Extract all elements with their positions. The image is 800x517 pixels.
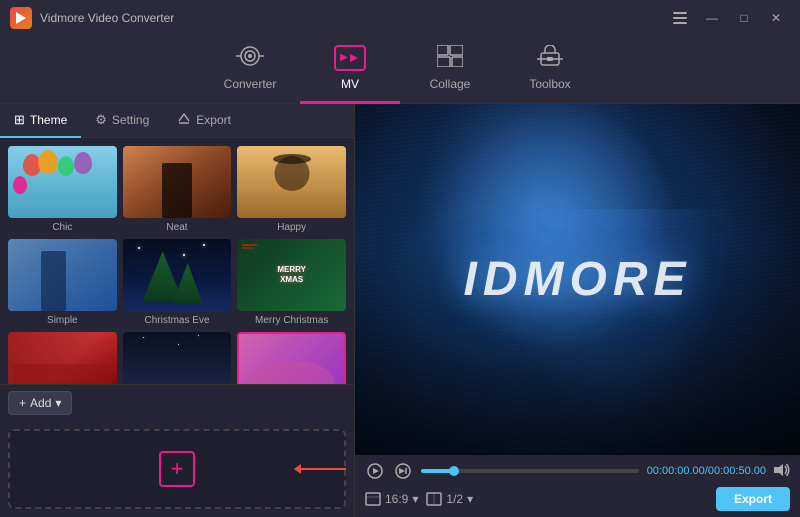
subtab-setting[interactable]: ⚙ Setting [81, 104, 163, 138]
theme-christmas-eve-label: Christmas Eve [144, 315, 209, 326]
screen-icon [426, 492, 442, 506]
screen-mode-control[interactable]: 1/2 ▾ [426, 492, 473, 506]
screen-mode-dropdown-icon: ▾ [467, 492, 473, 506]
theme-happy-thumb [237, 146, 346, 218]
theme-christmas-eve[interactable]: Christmas Eve [123, 239, 232, 326]
media-add-area: + [8, 429, 346, 509]
theme-merry-christmas-thumb: MERRYXMAS [237, 239, 346, 311]
title-bar: Vidmore Video Converter — □ ✕ [0, 0, 800, 36]
theme-grid-icon: ⊞ [14, 112, 25, 128]
controls-row-options: 16:9 ▾ 1/2 ▾ Export [365, 487, 790, 511]
theme-simple-label: Simple [47, 315, 78, 326]
left-panel: ⊞ Theme ⚙ Setting Export [0, 104, 355, 517]
collage-icon [437, 45, 463, 71]
close-button[interactable]: ✕ [762, 8, 790, 28]
theme-snowy-night[interactable]: Snowy Night [123, 332, 232, 384]
tab-converter[interactable]: Converter [200, 36, 300, 104]
mv-icon [334, 45, 366, 71]
title-bar-controls: — □ ✕ [666, 8, 790, 28]
aspect-ratio-control[interactable]: 16:9 ▾ [365, 492, 418, 506]
theme-stripes-waves[interactable]: Stripes & Waves [237, 332, 346, 384]
arrow-line [301, 468, 346, 470]
video-controls: 00:00:00.00/00:00:50.00 16:9 [355, 455, 800, 517]
theme-chic[interactable]: Chic [8, 146, 117, 233]
subtab-setting-label: Setting [112, 113, 149, 127]
tab-toolbox-label: Toolbox [529, 77, 570, 91]
theme-santa-claus[interactable]: Santa Claus [8, 332, 117, 384]
subtab-export-label: Export [196, 113, 231, 127]
tab-mv[interactable]: MV [300, 36, 400, 104]
progress-thumb [449, 466, 459, 476]
theme-christmas-eve-thumb [123, 239, 232, 311]
theme-stripes-waves-thumb [237, 332, 346, 384]
preview-watermark: IDMORE [464, 252, 692, 307]
tab-collage-label: Collage [430, 77, 471, 91]
nav-tabs: Converter MV Collage [0, 36, 800, 104]
add-cross-button[interactable]: + [159, 451, 195, 487]
converter-icon [236, 45, 264, 71]
menu-button[interactable] [666, 8, 694, 28]
themes-grid: Chic Neat [0, 138, 354, 384]
toolbox-icon [537, 45, 563, 71]
tab-collage[interactable]: Collage [400, 36, 500, 104]
video-preview: IDMORE [355, 104, 800, 455]
theme-simple-thumb [8, 239, 117, 311]
minimize-button[interactable]: — [698, 8, 726, 28]
subtab-theme[interactable]: ⊞ Theme [0, 104, 81, 138]
export-button[interactable]: Export [716, 487, 790, 511]
add-dropdown-icon: ▾ [55, 396, 61, 410]
title-bar-left: Vidmore Video Converter [10, 7, 174, 29]
time-total: 00:00:50.00 [708, 465, 766, 477]
theme-merry-christmas[interactable]: MERRYXMAS Merry Christmas [237, 239, 346, 326]
subtab-theme-label: Theme [30, 113, 67, 127]
time-display: 00:00:00.00/00:00:50.00 [647, 465, 766, 477]
aspect-ratio-value: 16:9 [385, 492, 408, 506]
play-button[interactable] [365, 461, 385, 481]
progress-bar[interactable] [421, 469, 639, 473]
theme-happy[interactable]: Happy [237, 146, 346, 233]
sub-tabs: ⊞ Theme ⚙ Setting Export [0, 104, 354, 138]
tab-mv-label: MV [341, 77, 359, 91]
screen-mode-value: 1/2 [446, 492, 463, 506]
arrow-head-icon [294, 464, 301, 474]
controls-row-playback: 00:00:00.00/00:00:50.00 [365, 461, 790, 481]
theme-snowy-night-thumb [123, 332, 232, 384]
volume-icon[interactable] [774, 463, 790, 480]
skip-button[interactable] [393, 461, 413, 481]
theme-neat-label: Neat [166, 222, 187, 233]
time-current: 00:00:00.00 [647, 465, 705, 477]
theme-chic-label: Chic [52, 222, 72, 233]
right-panel: IDMORE [355, 104, 800, 517]
maximize-button[interactable]: □ [730, 8, 758, 28]
export-arrow-icon [177, 111, 191, 128]
add-label: Add [30, 396, 51, 410]
main-content: ⊞ Theme ⚙ Setting Export [0, 104, 800, 517]
arrow-indicator [294, 464, 346, 474]
theme-santa-claus-thumb [8, 332, 117, 384]
add-bar: + Add ▾ [0, 384, 354, 421]
app-logo [10, 7, 32, 29]
tab-converter-label: Converter [224, 77, 277, 91]
setting-gear-icon: ⚙ [95, 112, 107, 128]
theme-simple[interactable]: Simple [8, 239, 117, 326]
theme-neat[interactable]: Neat [123, 146, 232, 233]
tab-toolbox[interactable]: Toolbox [500, 36, 600, 104]
add-icon: + [19, 396, 26, 410]
theme-neat-thumb [123, 146, 232, 218]
app-title: Vidmore Video Converter [40, 11, 174, 25]
theme-happy-label: Happy [277, 222, 306, 233]
subtab-export[interactable]: Export [163, 104, 245, 138]
aspect-ratio-icon [365, 492, 381, 506]
aspect-ratio-dropdown-icon: ▾ [412, 492, 418, 506]
theme-chic-thumb [8, 146, 117, 218]
theme-merry-christmas-label: Merry Christmas [255, 315, 328, 326]
add-media-button[interactable]: + Add ▾ [8, 391, 72, 415]
